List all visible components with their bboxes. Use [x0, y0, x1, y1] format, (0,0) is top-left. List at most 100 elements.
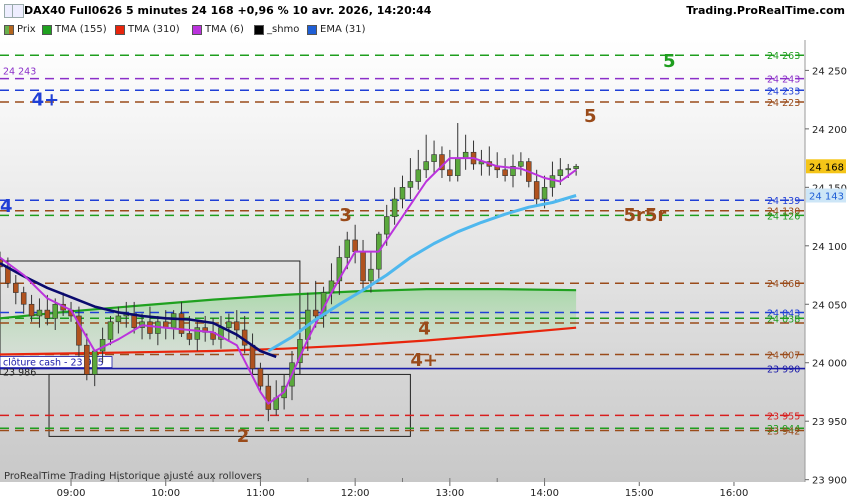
level-marker: 5r5r	[623, 205, 666, 226]
level-marker: 4+	[32, 89, 60, 110]
candle	[226, 321, 232, 328]
price-chart[interactable]: 24 26324 24324 23324 22324 13924 13024 1…	[0, 40, 850, 500]
legend-label: TMA (155)	[55, 24, 107, 35]
candle	[352, 239, 358, 252]
site-label: Trading.ProRealTime.com	[686, 4, 845, 17]
candle	[565, 168, 571, 171]
candle	[52, 303, 58, 319]
cash-close-prev-label: 23 986	[3, 368, 36, 379]
candle	[234, 321, 240, 331]
legend-item-shmo[interactable]: _shmo	[254, 24, 299, 35]
chart-title: DAX40 Full0626 5 minutes 24 168 +0,96 % …	[24, 4, 432, 17]
legend-swatch	[42, 24, 52, 35]
candle	[423, 161, 429, 171]
x-tick-label: 13:00	[435, 488, 464, 499]
candle	[360, 251, 366, 282]
level-marker: 2	[237, 426, 250, 447]
level-label: 24 243	[767, 75, 800, 86]
candle	[178, 313, 185, 334]
candle	[194, 327, 201, 340]
candle	[431, 154, 437, 162]
x-tick-label: 16:00	[720, 488, 749, 499]
legend-label: TMA (310)	[128, 24, 180, 35]
x-tick-label: 14:00	[530, 488, 559, 499]
candle	[36, 309, 43, 317]
level-label: 24 126	[767, 211, 800, 222]
candle	[533, 181, 540, 200]
level-label: 24 068	[767, 279, 800, 290]
level-label: 23 942	[767, 427, 800, 438]
level-label: 24 223	[767, 98, 800, 109]
candle	[257, 368, 264, 387]
candle	[391, 198, 398, 217]
candle	[186, 333, 193, 340]
candle	[557, 169, 564, 176]
level-label: 24 263	[767, 51, 800, 62]
candle	[13, 282, 19, 293]
x-tick-label: 09:00	[57, 488, 86, 499]
candle	[454, 157, 461, 176]
y-axis-panel	[805, 40, 850, 482]
y-tick-label: 23 900	[812, 476, 847, 487]
candle	[407, 181, 414, 188]
legend-item-ema31[interactable]: EMA (31)	[307, 24, 366, 35]
candle	[312, 309, 319, 317]
candle	[502, 169, 508, 176]
y-tick-label: 24 200	[812, 125, 847, 136]
legend-item-tma310[interactable]: TMA (310)	[115, 24, 180, 35]
x-tick-label: 11:00	[246, 488, 275, 499]
window-menu-icon[interactable]	[12, 4, 24, 18]
candle	[249, 344, 256, 369]
candle	[518, 161, 524, 167]
y-tick-label: 24 100	[812, 242, 847, 253]
candle	[28, 303, 35, 317]
legend-swatch	[307, 24, 317, 35]
level-label: 24 233	[767, 86, 800, 97]
candle	[447, 169, 453, 176]
candle	[415, 169, 422, 182]
level-label: 24 139	[767, 196, 800, 207]
last-price-badge: 24 168	[809, 162, 844, 173]
candle	[84, 344, 90, 375]
candle	[549, 175, 556, 188]
candle	[170, 313, 177, 328]
level-marker: 3	[339, 205, 352, 226]
title-bar: DAX40 Full0626 5 minutes 24 168 +0,96 % …	[0, 0, 850, 22]
y-tick-label: 24 000	[812, 359, 847, 370]
candle	[20, 292, 27, 305]
candle	[399, 187, 406, 200]
ema-value-badge: 24 143	[809, 192, 844, 203]
candle	[265, 385, 272, 410]
legend-label: TMA (6)	[205, 24, 244, 35]
candle	[107, 321, 114, 340]
level-marker: 5	[663, 51, 676, 72]
level-label: 23 990	[767, 365, 800, 376]
y-tick-label: 24 050	[812, 300, 847, 311]
level-label: 24 007	[767, 351, 800, 362]
legend-item-prix[interactable]: Prix	[4, 24, 36, 35]
candle	[44, 309, 51, 319]
legend-swatch	[4, 24, 14, 35]
legend-label: EMA (31)	[320, 24, 366, 35]
candle	[368, 268, 374, 282]
legend-swatch	[254, 24, 264, 35]
level-label: 23 955	[767, 411, 800, 422]
legend-label: _shmo	[267, 24, 300, 35]
candle	[383, 216, 390, 235]
level-marker: 4	[0, 196, 13, 217]
y-tick-label: 24 250	[812, 66, 847, 77]
y-tick-label: 23 950	[812, 417, 847, 428]
level-label-left: 24 243	[3, 67, 36, 78]
legend-item-tma6[interactable]: TMA (6)	[192, 24, 244, 35]
legend-swatch	[115, 24, 125, 35]
level-marker: 5	[584, 106, 597, 127]
legend-label: Prix	[17, 24, 36, 35]
candle	[541, 187, 548, 200]
candle	[147, 321, 153, 334]
x-tick-label: 12:00	[341, 488, 370, 499]
legend-item-tma155[interactable]: TMA (155)	[42, 24, 107, 35]
level-marker: 4+	[410, 350, 438, 371]
candle	[91, 350, 98, 375]
chart-window: DAX40 Full0626 5 minutes 24 168 +0,96 % …	[0, 0, 850, 500]
footer-note: ProRealTime Trading Historique ajusté au…	[4, 470, 262, 482]
